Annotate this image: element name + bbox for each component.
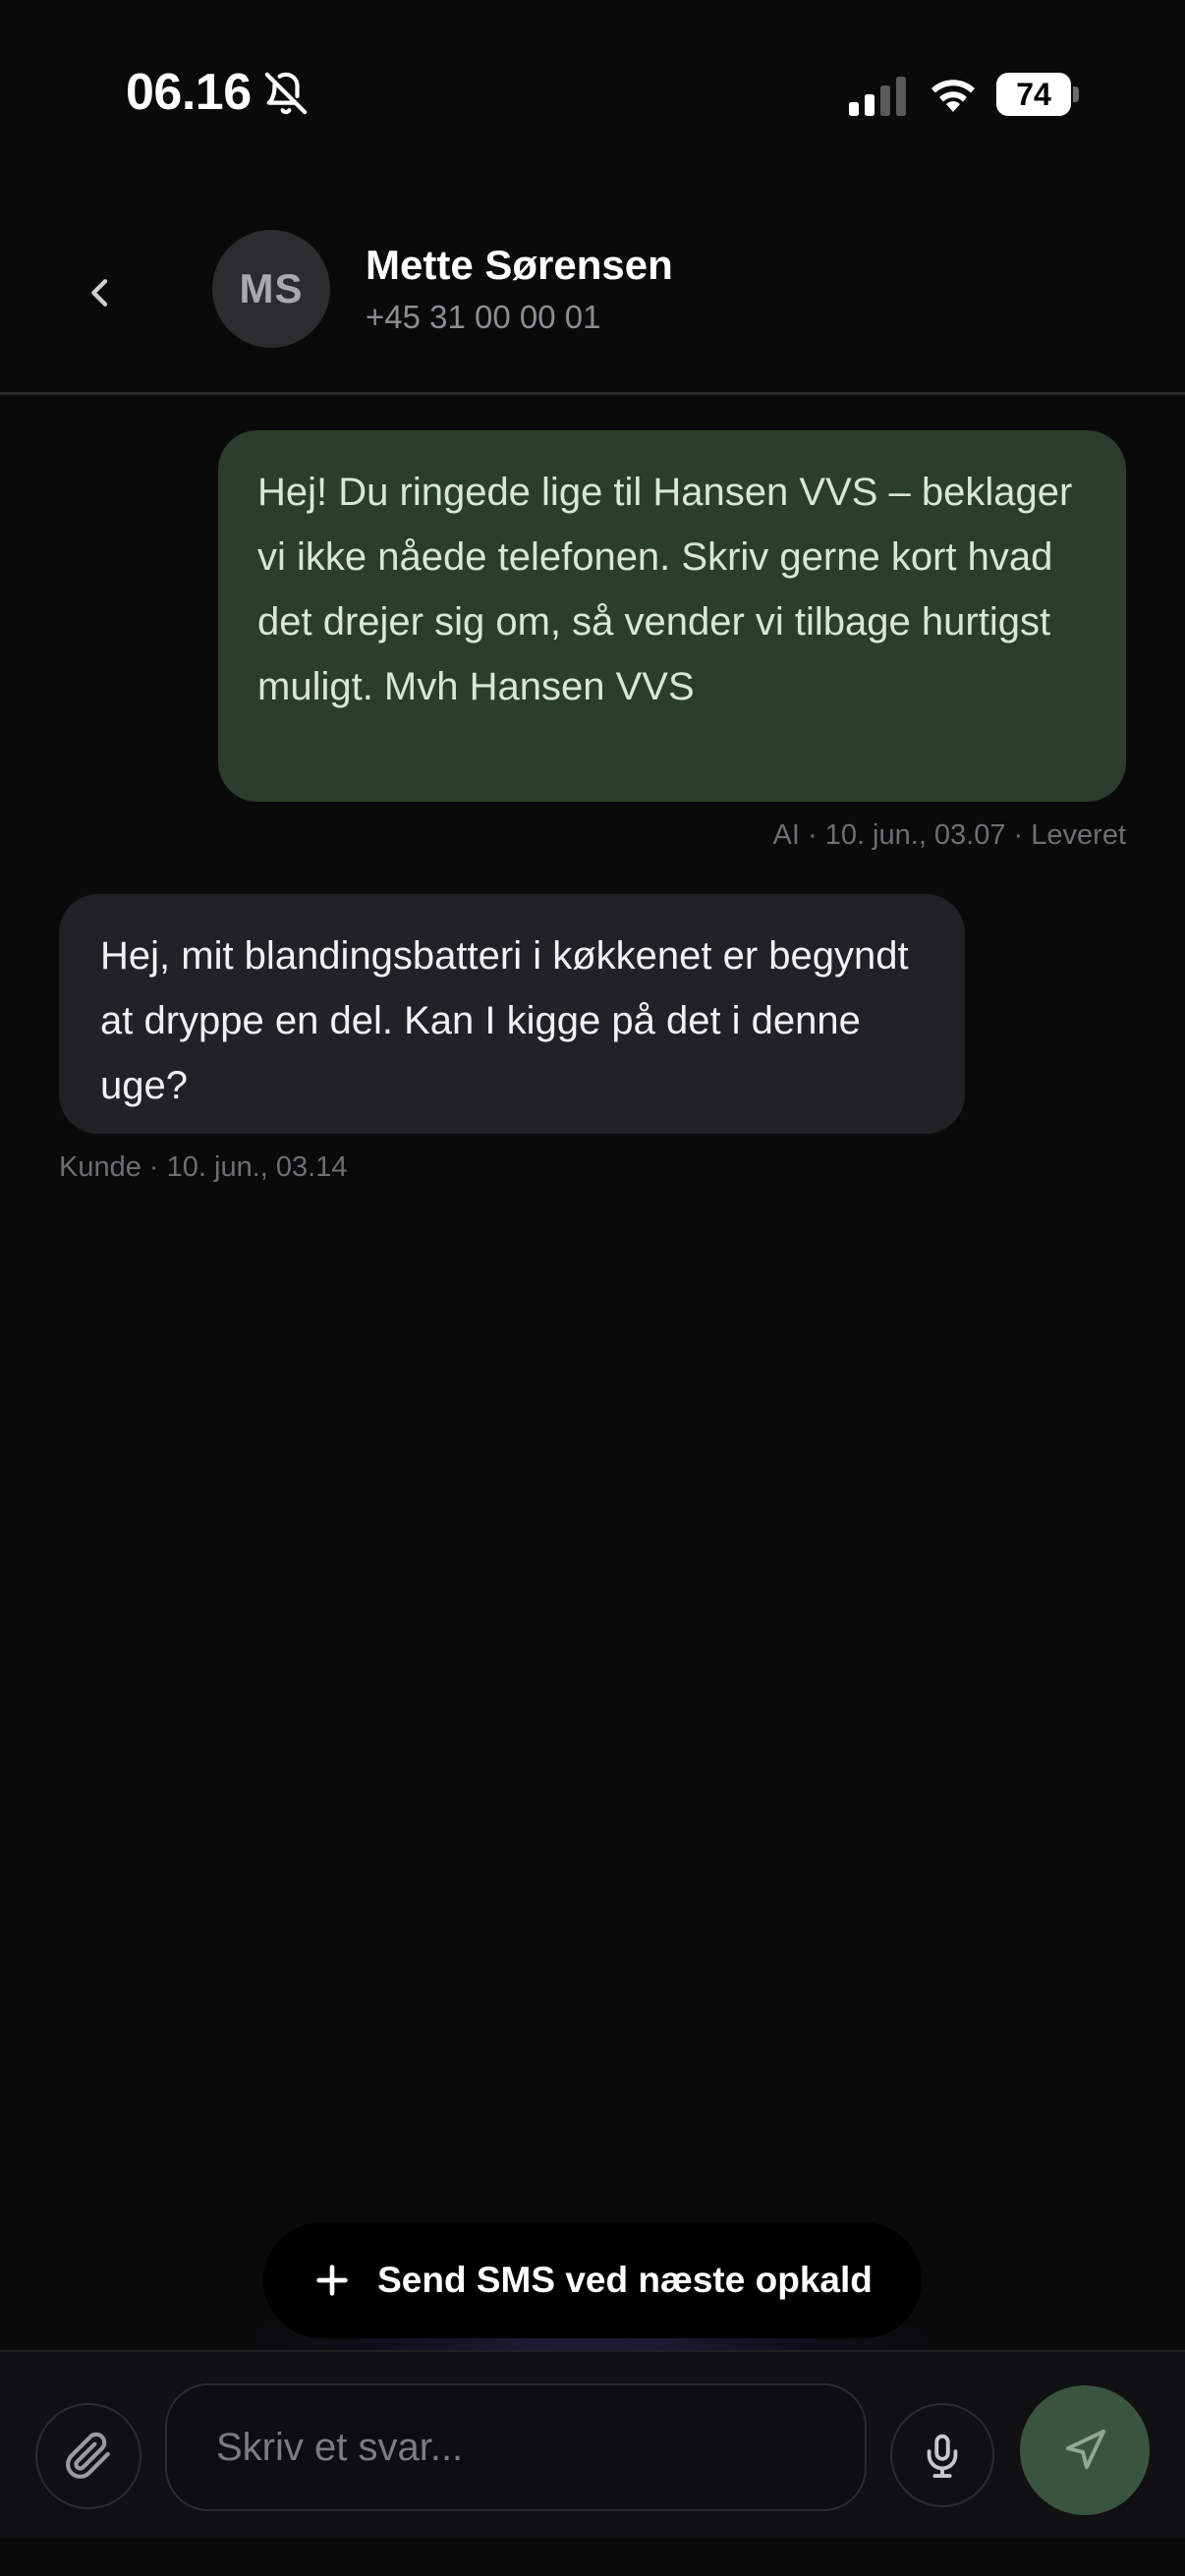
status-time: 06.16 (126, 64, 252, 121)
microphone-icon (927, 2434, 958, 2478)
send-button[interactable] (1020, 2385, 1150, 2515)
bell-off-icon (264, 72, 308, 115)
contact-phone: +45 31 00 00 01 (366, 299, 601, 335)
chevron-left-icon (91, 279, 108, 307)
conversation-header: MS Mette Sørensen +45 31 00 00 01 (0, 206, 1185, 395)
battery-icon: 74 (996, 73, 1079, 116)
message-bubble-incoming[interactable]: Hej, mit blandingsbatteri i køkkenet er … (59, 894, 965, 1134)
attach-button[interactable] (35, 2403, 141, 2509)
pill-label: Send SMS ved næste opkald (377, 2260, 873, 2300)
send-sms-next-call-button[interactable]: Send SMS ved næste opkald (263, 2222, 922, 2338)
avatar[interactable]: MS (212, 230, 330, 348)
reply-input[interactable] (165, 2383, 867, 2511)
message-bubble-outgoing[interactable]: Hej! Du ringede lige til Hansen VVS – be… (218, 430, 1126, 802)
home-indicator-area (0, 2539, 1185, 2576)
message-meta: Kunde · 10. jun., 03.14 (59, 1151, 348, 1183)
microphone-button[interactable] (890, 2403, 994, 2507)
avatar-initials: MS (239, 265, 304, 311)
conversation-screen: 06.16 74 MS Mette Sørensen +45 31 00 00 … (0, 0, 1185, 2576)
wifi-icon (931, 80, 975, 112)
status-bar: 06.16 74 (0, 0, 1185, 187)
signal-icon (849, 77, 906, 116)
message-meta: AI · 10. jun., 03.07 · Leveret (772, 819, 1126, 851)
send-icon (1065, 2429, 1106, 2470)
composer-bar (0, 2350, 1185, 2539)
contact-name[interactable]: Mette Sørensen (366, 242, 673, 289)
message-text: Hej, mit blandingsbatteri i køkkenet er … (100, 934, 909, 1107)
plus-icon (316, 2265, 348, 2296)
paperclip-icon (66, 2432, 110, 2479)
battery-level: 74 (1016, 77, 1051, 112)
back-button[interactable] (61, 253, 140, 332)
message-text: Hej! Du ringede lige til Hansen VVS – be… (257, 471, 1073, 708)
